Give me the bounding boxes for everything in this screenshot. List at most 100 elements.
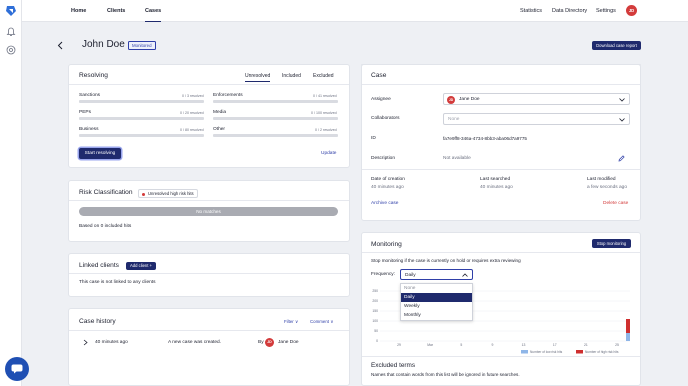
other-count: 0 / 2 resolved [315,128,337,132]
history-user-avatar: JD [265,338,274,347]
risk-badge: Unresolved high risk hits [138,189,198,198]
chart-x-tick: 9 [491,343,493,347]
back-chevron-icon[interactable] [57,41,63,50]
chart-bar-low-risk [626,333,630,341]
brand-logo-icon[interactable] [5,5,17,17]
start-resolving-button[interactable]: Start resolving [79,148,121,159]
frequency-option-monthly[interactable]: Monthly [404,313,421,318]
chart-legend-label: Number of high risk hits [585,350,619,354]
chart-y-tick: 50 [374,329,378,333]
nav-clients[interactable]: Clients [107,0,125,22]
chart-y-tick: 100 [372,319,378,323]
chart-legend-swatch [576,350,583,354]
history-event: A new case was created. [168,340,222,345]
peps-progress [79,117,204,120]
tab-included[interactable]: Included [282,73,301,79]
frequency-value: Daily [405,272,416,278]
risk-title: Risk Classification [79,189,133,196]
chart-y-tick: 200 [372,299,378,303]
history-user: Jane Doe [278,340,299,345]
chart-x-tick: 13 [522,343,526,347]
expand-chevron-icon[interactable] [83,339,88,346]
comment-dropdown[interactable]: Comment ∨ [310,319,333,325]
nav-settings[interactable]: Settings [596,0,616,22]
help-icon[interactable] [6,45,16,55]
other-label: Other [213,127,225,132]
assignee-select[interactable]: JD Jane Doe [443,93,630,105]
linked-clients-card [68,253,350,297]
stop-monitoring-button[interactable]: Stop monitoring [592,239,631,248]
id-label: ID [371,136,376,141]
monitoring-divider [362,252,640,253]
media-label: Media [213,110,227,115]
nav-statistics[interactable]: Statistics [520,0,542,22]
last-searched-label: Last searched [480,177,511,182]
nav-data-directory[interactable]: Data Directory [552,0,587,22]
sanctions-label: Sanctions [79,93,101,98]
frequency-dropdown-menu: None Daily Weekly Monthly [400,283,473,321]
case-title: Case [371,72,387,79]
business-count: 0 / 80 resolved [180,128,204,132]
enforcements-count: 0 / 41 resolved [313,94,337,98]
frequency-select[interactable]: Daily [400,269,473,280]
bell-icon[interactable] [6,27,16,37]
frequency-option-none[interactable]: None [404,286,415,291]
collaborators-select[interactable]: None [443,113,630,125]
download-report-button[interactable]: Download case report [592,41,641,50]
linked-divider [69,273,349,274]
edit-pencil-icon[interactable] [618,155,625,162]
chart-x-tick: 21 [584,343,588,347]
risk-badge-label: Unresolved high risk hits [148,191,194,196]
chat-launcher-button[interactable] [5,357,29,381]
chart-bar-high-risk [626,319,630,333]
monitoring-description: Stop monitoring if the case is currently… [371,258,521,263]
user-avatar[interactable]: JD [626,5,637,16]
business-label: Business [79,127,99,132]
frequency-option-weekly[interactable]: Weekly [404,304,420,309]
resolving-divider [69,84,349,85]
tab-excluded[interactable]: Excluded [313,73,334,79]
linked-empty-text: This case is not linked to any clients [79,280,156,285]
id-value: fa7e9ff8-346a-4734-8bb3-aba06d7a9775 [443,136,527,141]
collaborators-placeholder: None [448,117,460,122]
media-progress [213,117,338,120]
nav-cases[interactable]: Cases [145,0,162,22]
other-progress [213,134,338,137]
frequency-option-daily[interactable]: Daily [401,293,472,302]
frequency-label: Frequency: [371,272,395,277]
chart-legend-swatch [521,350,528,354]
enforcements-progress [213,100,338,103]
enforcements-label: Enforcements [213,93,243,98]
chart-y-tick: 0 [376,339,378,343]
filter-dropdown[interactable]: Filter ∨ [284,319,298,325]
collaborators-label: Collaborators [371,116,400,121]
case-card-body [361,64,641,221]
page-title: John Doe [82,39,125,50]
chat-icon [11,364,23,374]
chevron-up-icon [462,273,468,277]
chart-x-tick: Mar [427,343,434,347]
archive-case-link[interactable]: Archive case [371,201,398,206]
risk-dot-icon [142,192,145,196]
excluded-description: Names that contain words from this list … [371,372,520,377]
assignee-value: Jane Doe [459,97,480,102]
tab-unresolved[interactable]: Unresolved [245,73,271,82]
description-label: Description [371,156,395,161]
business-progress [79,134,204,137]
add-client-button[interactable]: Add client + [126,262,156,270]
last-modified-label: Last modified [587,177,616,182]
update-link[interactable]: Update [321,151,336,156]
chevron-down-icon [619,117,625,122]
chart-y-tick: 150 [372,309,378,313]
chart-x-tick: 5 [460,343,462,347]
last-modified-value: a few seconds ago [587,185,628,190]
chart-y-tick: 250 [372,289,378,293]
excluded-divider [362,356,640,357]
chart-x-tick: 29 [397,343,401,347]
nav-home[interactable]: Home [71,0,86,22]
chevron-down-icon [619,97,625,102]
delete-case-link[interactable]: Delete case [603,201,628,206]
history-by-label: By [258,340,264,345]
history-time: 40 minutes ago [95,340,128,345]
media-count: 0 / 100 resolved [311,111,337,115]
